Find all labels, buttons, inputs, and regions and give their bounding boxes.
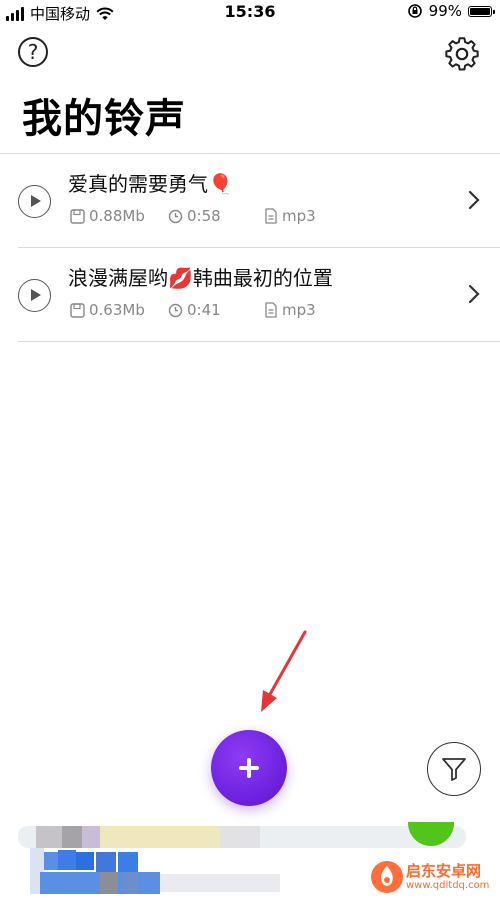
battery-fill — [470, 7, 490, 15]
file-icon — [265, 302, 277, 318]
watermark-url: www.qdltdq.com — [406, 880, 490, 891]
clock-icon — [168, 303, 183, 317]
clock-icon — [168, 209, 183, 223]
play-button[interactable] — [18, 279, 51, 312]
help-button[interactable]: ? — [18, 37, 48, 67]
duration-text: 0:41 — [187, 301, 221, 319]
file-size-text: 0.63Mb — [89, 301, 145, 319]
ringtone-row[interactable]: 爱真的需要勇气🎈 0.88Mb 0:58 mp3 — [18, 154, 500, 248]
ringtone-title: 爱真的需要勇气🎈 — [68, 172, 233, 196]
file-format-text: mp3 — [282, 301, 316, 319]
file-size: 0.63Mb — [70, 301, 145, 319]
filter-funnel-icon — [442, 758, 466, 781]
file-icon — [265, 208, 277, 224]
add-ringtone-button[interactable] — [211, 730, 287, 806]
duration: 0:41 — [168, 301, 221, 319]
duration: 0:58 — [168, 207, 221, 225]
orientation-lock-icon — [407, 4, 422, 18]
file-format: mp3 — [264, 301, 316, 319]
page-title: 我的铃声 — [22, 96, 186, 142]
chevron-right-icon — [468, 284, 480, 304]
status-bar: 中国移动 15:36 99% — [0, 0, 500, 24]
duration-text: 0:58 — [187, 207, 221, 225]
bottom-banner-blurred: 启东安卓网 www.qdltdq.com — [0, 822, 500, 898]
ringtone-row[interactable]: 浪漫满屋哟💋韩曲最初的位置 0.63Mb 0:41 mp3 — [18, 248, 500, 342]
settings-gear-icon[interactable] — [444, 36, 480, 72]
annotation-arrow-icon — [261, 630, 307, 712]
file-size: 0.88Mb — [70, 207, 145, 225]
chevron-right-icon — [468, 190, 480, 210]
filter-button[interactable] — [427, 742, 481, 796]
file-format: mp3 — [264, 207, 316, 225]
file-format-text: mp3 — [282, 207, 316, 225]
help-icon: ? — [27, 40, 39, 64]
ringtone-title: 浪漫满屋哟💋韩曲最初的位置 — [68, 266, 333, 290]
status-right: 99% — [407, 2, 495, 20]
play-button[interactable] — [18, 185, 51, 218]
file-size-text: 0.88Mb — [89, 207, 145, 225]
ringtone-list: 爱真的需要勇气🎈 0.88Mb 0:58 mp3 浪漫满屋哟💋韩曲最初的位置 0… — [0, 154, 500, 342]
save-disk-icon — [70, 208, 85, 224]
battery-percent: 99% — [428, 2, 462, 20]
save-disk-icon — [70, 302, 85, 318]
watermark-logo — [371, 861, 403, 893]
battery-icon — [468, 5, 495, 17]
watermark-name: 启东安卓网 — [406, 862, 482, 880]
